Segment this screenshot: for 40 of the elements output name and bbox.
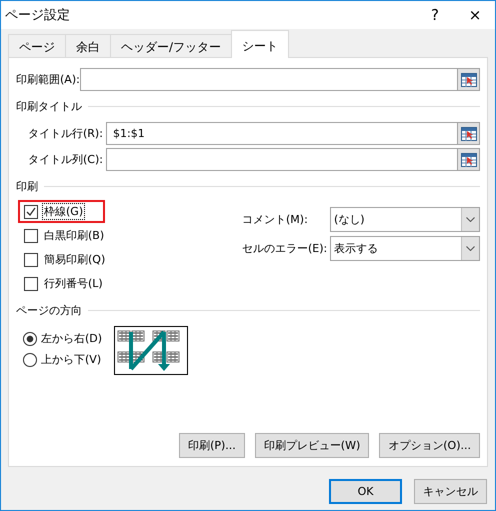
help-button[interactable]: ? bbox=[415, 6, 455, 24]
dropdown[interactable]: (なし) bbox=[330, 207, 480, 232]
checkbox[interactable]: 行列番号(L) bbox=[18, 272, 111, 295]
input-field[interactable] bbox=[106, 148, 458, 171]
checkbox[interactable]: 白黒印刷(B) bbox=[18, 224, 112, 247]
chevron-down-icon bbox=[466, 217, 475, 222]
range-select-icon bbox=[460, 72, 476, 86]
input-field[interactable] bbox=[80, 68, 458, 91]
checkmark-icon bbox=[26, 206, 36, 216]
radio-label[interactable]: 左から右(D) bbox=[41, 331, 102, 346]
field-label: セルのエラー(E): bbox=[242, 241, 328, 256]
tab[interactable]: ページ bbox=[8, 34, 66, 57]
radio-button[interactable] bbox=[23, 352, 37, 366]
window-title: ページ設定 bbox=[5, 7, 71, 24]
range-select-button[interactable] bbox=[458, 68, 480, 91]
section-heading: 印刷タイトル bbox=[16, 99, 82, 114]
dialog-button[interactable]: 印刷(P)... bbox=[179, 433, 245, 458]
range-select-button[interactable] bbox=[458, 148, 480, 171]
field-label: コメント(M): bbox=[242, 212, 309, 227]
range-select-icon bbox=[460, 152, 476, 166]
field-label: 印刷範囲(A): bbox=[16, 72, 80, 87]
ok-button[interactable]: OK bbox=[329, 479, 402, 504]
range-select-button[interactable] bbox=[458, 122, 480, 145]
input-field[interactable]: $1:$1 bbox=[106, 122, 458, 145]
tab[interactable]: シート bbox=[231, 30, 290, 58]
section-heading: 印刷 bbox=[16, 179, 38, 194]
cancel-button[interactable]: キャンセル bbox=[414, 479, 487, 504]
checkbox[interactable]: 簡易印刷(Q) bbox=[18, 248, 114, 271]
dialog-button[interactable]: 印刷プレビュー(W) bbox=[254, 433, 370, 458]
range-select-icon bbox=[460, 126, 476, 140]
radio-button[interactable] bbox=[23, 332, 37, 346]
dropdown[interactable]: 表示する bbox=[330, 236, 480, 261]
checkbox[interactable]: 枠線(G) bbox=[18, 200, 106, 223]
section-heading: ページの方向 bbox=[16, 303, 82, 318]
field-label: タイトル列(C): bbox=[28, 152, 104, 167]
dialog-button[interactable]: オプション(O)... bbox=[379, 433, 480, 458]
radio-label[interactable]: 上から下(V) bbox=[41, 352, 102, 367]
close-button[interactable]: × bbox=[455, 6, 495, 24]
field-label: タイトル行(R): bbox=[28, 126, 104, 141]
chevron-down-icon bbox=[466, 246, 475, 251]
